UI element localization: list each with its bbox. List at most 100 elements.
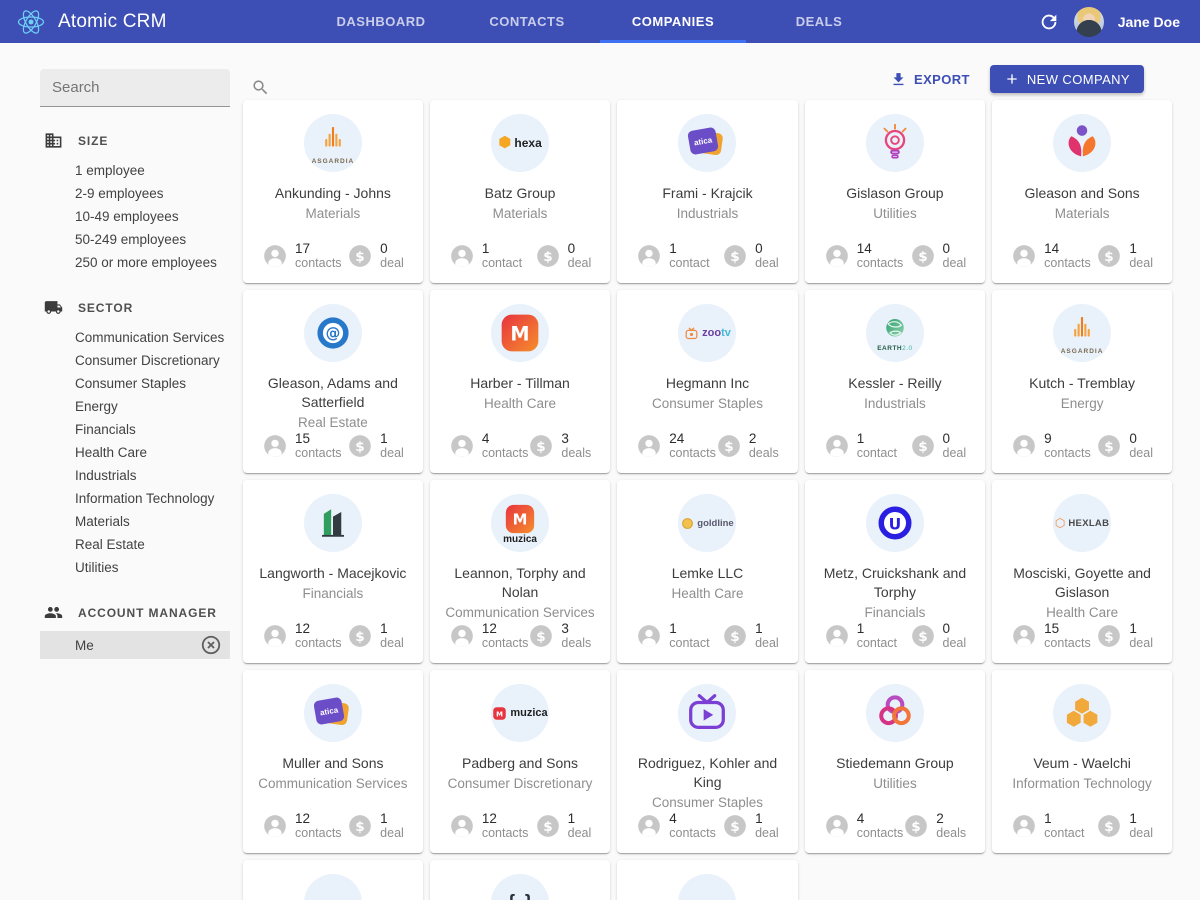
company-card[interactable]: goldline Lemke LLC Health Care 1contact xyxy=(617,480,797,663)
company-card[interactable]: atica Frami - Krajcik Industrials 1conta… xyxy=(617,100,797,283)
company-card[interactable]: ⬢⬢⬢ Veum - Waelchi Information Technolog… xyxy=(992,670,1172,853)
company-card[interactable]: Mmuzica Leannon, Torphy and Nolan Commun… xyxy=(430,480,610,663)
filter-item[interactable]: Financials xyxy=(40,418,230,441)
filter-item[interactable]: Utilities xyxy=(40,556,230,579)
company-name: Metz, Cruickshank and Torphy xyxy=(811,564,979,602)
company-card[interactable]: Gleason and Sons Materials 14contacts xyxy=(992,100,1172,283)
company-card[interactable]: ASGARDIA Kutch - Tremblay Energy 9contac… xyxy=(992,290,1172,473)
deals-count: 0 xyxy=(380,241,404,256)
contacts-count: 12 xyxy=(482,621,529,636)
company-name: Ankunding - Johns xyxy=(271,184,395,203)
company-card[interactable]: EARTH2.0 Kessler - Reilly Industrials 1c… xyxy=(805,290,985,473)
company-card[interactable] xyxy=(617,860,797,900)
contacts-label: contacts xyxy=(1044,636,1091,651)
filter-item[interactable]: Health Care xyxy=(40,441,230,464)
dollar-icon: $ xyxy=(903,813,929,839)
search-input[interactable] xyxy=(52,79,251,96)
company-card[interactable] xyxy=(243,860,423,900)
filter-item[interactable]: Consumer Staples xyxy=(40,372,230,395)
company-sector: Energy xyxy=(1061,396,1104,411)
building-icon xyxy=(44,131,63,150)
company-card[interactable]: Stiedemann Group Utilities 4contacts xyxy=(805,670,985,853)
filter-item[interactable]: Information Technology xyxy=(40,487,230,510)
filter-item[interactable]: 1 employee xyxy=(40,159,230,182)
person-icon xyxy=(1011,813,1037,839)
filter-item[interactable]: Consumer Discretionary xyxy=(40,349,230,372)
company-card[interactable]: ASGARDIA Ankunding - Johns Materials 17c… xyxy=(243,100,423,283)
contacts-stat: 1contact xyxy=(636,241,709,271)
company-card[interactable]: M Harber - Tillman Health Care 4contacts xyxy=(430,290,610,473)
contacts-label: contacts xyxy=(857,256,904,271)
deals-label: deal xyxy=(755,826,779,841)
person-icon xyxy=(1011,243,1037,269)
deals-count: 0 xyxy=(568,241,592,256)
company-card[interactable]: atica Muller and Sons Communication Serv… xyxy=(243,670,423,853)
dollar-icon: $ xyxy=(1096,813,1122,839)
company-sector: Materials xyxy=(306,206,361,221)
nav-tab-dashboard[interactable]: DASHBOARD xyxy=(308,0,454,43)
contacts-label: contact xyxy=(669,256,709,271)
user-avatar[interactable] xyxy=(1074,7,1104,37)
rings-icon xyxy=(866,684,924,742)
deals-stat: $ 1deal xyxy=(535,811,592,841)
contacts-label: contacts xyxy=(295,636,342,651)
filter-item[interactable]: 50-249 employees xyxy=(40,228,230,251)
filter-item[interactable]: Communication Services xyxy=(40,326,230,349)
company-card[interactable]: U Metz, Cruickshank and Torphy Financial… xyxy=(805,480,985,663)
filter-chip-selected[interactable]: Me xyxy=(40,631,230,659)
company-sector: Utilities xyxy=(873,206,917,221)
export-button[interactable]: EXPORT xyxy=(890,71,970,88)
zootv-icon: zootv xyxy=(678,304,736,362)
company-card[interactable]: zootv Hegmann Inc Consumer Staples 24con… xyxy=(617,290,797,473)
company-sector: Health Care xyxy=(484,396,556,411)
deals-label: deal xyxy=(1129,256,1153,271)
company-card[interactable]: ⬡HEXLAB Mosciski, Goyette and Gislason H… xyxy=(992,480,1172,663)
new-company-button[interactable]: NEW COMPANY xyxy=(990,65,1144,93)
refresh-icon[interactable] xyxy=(1038,11,1060,33)
company-card[interactable]: M muzica Padberg and Sons Consumer Discr… xyxy=(430,670,610,853)
deals-count: 0 xyxy=(943,431,967,446)
nav-tab-contacts[interactable]: CONTACTS xyxy=(454,0,600,43)
contacts-count: 12 xyxy=(295,621,342,636)
dollar-icon: $ xyxy=(535,243,561,269)
company-sector: Industrials xyxy=(677,206,739,221)
filter-item[interactable]: Materials xyxy=(40,510,230,533)
filter-item[interactable]: 2-9 employees xyxy=(40,182,230,205)
deals-count: 1 xyxy=(380,621,404,636)
app-header: Atomic CRM DASHBOARDCONTACTSCOMPANIESDEA… xyxy=(0,0,1200,43)
filter-item[interactable]: 10-49 employees xyxy=(40,205,230,228)
deals-stat: $ 1deal xyxy=(722,621,779,651)
muzica-square-icon: Mmuzica xyxy=(491,494,549,552)
contacts-stat: 1contact xyxy=(636,621,709,651)
company-card[interactable]: Gislason Group Utilities 14contacts xyxy=(805,100,985,283)
filter-item[interactable]: 250 or more employees xyxy=(40,251,230,274)
company-name: Mosciski, Goyette and Gislason xyxy=(998,564,1166,602)
person-icon xyxy=(636,243,662,269)
deals-label: deals xyxy=(561,446,591,461)
contacts-label: contacts xyxy=(669,446,716,461)
company-card[interactable]: {∴} xyxy=(430,860,610,900)
contacts-count: 15 xyxy=(295,431,342,446)
nav-tab-companies[interactable]: COMPANIES xyxy=(600,0,746,43)
company-card[interactable]: ⬢hexa Batz Group Materials 1contact xyxy=(430,100,610,283)
company-name: Gleason and Sons xyxy=(1020,184,1143,203)
svg-text:$: $ xyxy=(918,249,927,265)
nav-tab-deals[interactable]: DEALS xyxy=(746,0,892,43)
filter-item[interactable]: Real Estate xyxy=(40,533,230,556)
company-card[interactable]: @ Gleason, Adams and Satterfield Real Es… xyxy=(243,290,423,473)
company-name: Leannon, Torphy and Nolan xyxy=(436,564,604,602)
person-icon xyxy=(636,623,662,649)
earth-globe-icon: EARTH2.0 xyxy=(866,304,924,362)
company-sector: Health Care xyxy=(671,586,743,601)
company-card[interactable]: Langworth - Macejkovic Financials 12cont… xyxy=(243,480,423,663)
filter-item[interactable]: Energy xyxy=(40,395,230,418)
contacts-stat: 9contacts xyxy=(1011,431,1091,461)
main-nav: DASHBOARDCONTACTSCOMPANIESDEALS xyxy=(308,0,892,43)
remove-filter-icon[interactable] xyxy=(200,634,222,656)
company-sector: Information Technology xyxy=(1012,776,1151,791)
deals-stat: $ 1deal xyxy=(1096,621,1153,651)
company-card[interactable]: Rodriguez, Kohler and King Consumer Stap… xyxy=(617,670,797,853)
deals-label: deal xyxy=(1129,446,1153,461)
person-icon xyxy=(449,243,475,269)
filter-item[interactable]: Industrials xyxy=(40,464,230,487)
